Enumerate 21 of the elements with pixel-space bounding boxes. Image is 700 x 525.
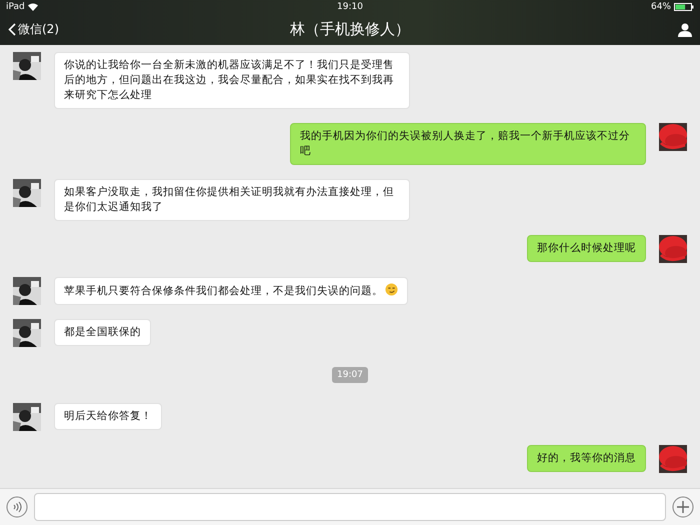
- message-bubble: 那你什么时候处理呢: [527, 235, 646, 262]
- message-input[interactable]: [34, 493, 666, 521]
- voice-icon[interactable]: [6, 496, 28, 518]
- message-bubble: 苹果手机只要符合保修条件我们都会处理，不是我们失误的问题。: [54, 277, 408, 305]
- chat-title: 林（手机换修人）: [290, 20, 410, 39]
- message-bubble: 我的手机因为你们的失误被别人换走了，赔我一个新手机应该不过分吧: [290, 123, 646, 165]
- wifi-icon: [28, 3, 38, 11]
- back-chevron-icon: [8, 23, 16, 36]
- back-button[interactable]: 微信(2): [8, 21, 128, 38]
- person-icon[interactable]: [678, 22, 692, 36]
- battery-percent: 64%: [650, 2, 671, 12]
- message-bubble: 都是全国联保的: [54, 319, 151, 346]
- message-bubble: 好的，我等你的消息: [527, 445, 646, 472]
- timestamp: 19:07: [332, 367, 368, 383]
- message-bubble: 你说的让我给你一台全新未激的机器应该满足不了！我们只是受理售后的地方，但问题出在我这边，我会尽量配合，如果实在找不到我再来研究下怎么处理: [54, 52, 410, 109]
- status-time: 19:10: [337, 2, 363, 12]
- battery-icon: [674, 3, 694, 11]
- message-bubble: 明后天给你答复！: [54, 403, 162, 430]
- message-bubble: 如果客户没取走，我扣留住你提供相关证明我就有办法直接处理，但是你们太迟通知我了: [54, 179, 410, 221]
- device-name: iPad: [6, 2, 25, 12]
- plus-icon[interactable]: [672, 496, 694, 518]
